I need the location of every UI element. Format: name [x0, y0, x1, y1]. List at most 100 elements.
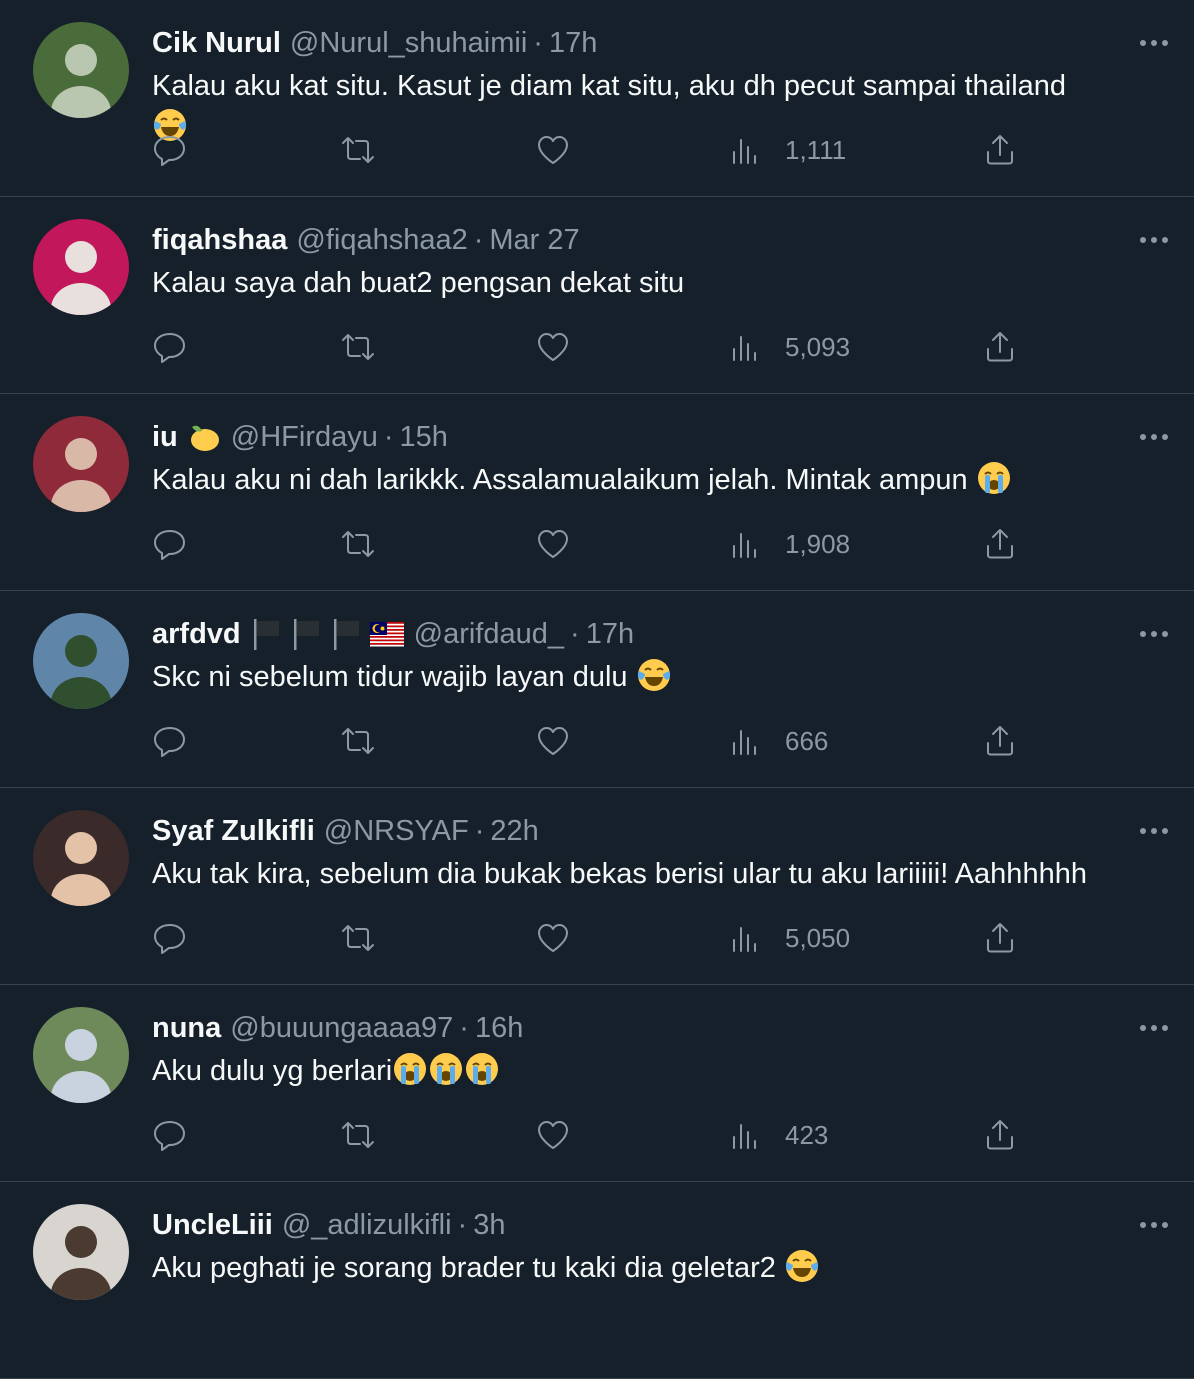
- name-badges: [186, 419, 222, 455]
- like-button[interactable]: [535, 130, 571, 170]
- share-icon: [987, 923, 1013, 953]
- retweet-button[interactable]: [340, 1115, 376, 1155]
- like-button[interactable]: [535, 524, 571, 564]
- views-chart-icon: [733, 1124, 756, 1149]
- more-options-icon[interactable]: [1134, 225, 1174, 255]
- timestamp[interactable]: 16h: [475, 1012, 523, 1045]
- share-button[interactable]: [982, 130, 1018, 170]
- reply-icon: [154, 333, 185, 363]
- views-button[interactable]: 5,050: [727, 918, 850, 958]
- reply-feed: Cik Nurul @Nurul_shuhaimii · 17h Kalau a…: [0, 0, 1194, 1379]
- user-handle[interactable]: @_adlizulkifli: [282, 1209, 452, 1242]
- timestamp[interactable]: 17h: [549, 27, 597, 60]
- user-handle[interactable]: @fiqahshaa2: [296, 224, 467, 257]
- loudly-crying-face-icon: [977, 462, 1010, 494]
- display-name[interactable]: Syaf Zulkifli: [152, 815, 315, 848]
- views-button[interactable]: 5,093: [727, 327, 850, 367]
- like-button[interactable]: [535, 327, 571, 367]
- views-chart-icon: [733, 533, 756, 558]
- user-handle[interactable]: @Nurul_shuhaimii: [290, 27, 527, 60]
- tweet[interactable]: nuna @buuungaaaa97 · 16h Aku dulu yg ber…: [0, 985, 1194, 1182]
- more-options-icon[interactable]: [1134, 422, 1174, 452]
- more-options-icon[interactable]: [1134, 28, 1174, 58]
- retweet-button[interactable]: [340, 918, 376, 958]
- face-with-tears-of-joy-icon: [785, 1250, 819, 1282]
- like-button[interactable]: [535, 918, 571, 958]
- display-name[interactable]: Cik Nurul: [152, 27, 281, 60]
- reply-icon: [154, 924, 185, 954]
- avatar[interactable]: [33, 416, 129, 512]
- views-chart-icon: [733, 336, 756, 361]
- user-handle[interactable]: @NRSYAF: [324, 815, 469, 848]
- share-button[interactable]: [982, 721, 1018, 761]
- retweet-icon: [342, 1122, 374, 1148]
- separator-dot: ·: [457, 1208, 468, 1241]
- timestamp[interactable]: 17h: [586, 618, 634, 651]
- tweet[interactable]: Cik Nurul @Nurul_shuhaimii · 17h Kalau a…: [0, 0, 1194, 197]
- tweet[interactable]: iu @HFirdayu · 15h Kalau aku ni dah lari…: [0, 394, 1194, 591]
- reply-button[interactable]: [152, 1115, 188, 1155]
- like-button[interactable]: [535, 721, 571, 761]
- views-button[interactable]: 666: [727, 721, 828, 761]
- name-badges: [249, 616, 405, 652]
- avatar[interactable]: [33, 219, 129, 315]
- tweet-text: Kalau aku ni dah larikkk. Assalamualaiku…: [152, 460, 1174, 501]
- black-flag-icon: [293, 619, 319, 650]
- share-icon: [987, 332, 1013, 362]
- avatar-image: [33, 219, 129, 315]
- more-options-icon[interactable]: [1134, 1013, 1174, 1043]
- timestamp[interactable]: 15h: [400, 421, 448, 454]
- heart-icon: [538, 333, 568, 361]
- tweet[interactable]: arfdvd @arifdaud_ · 17h Skc ni sebelum t…: [0, 591, 1194, 788]
- display-name[interactable]: iu: [152, 421, 178, 454]
- tweet[interactable]: fiqahshaa @fiqahshaa2 · Mar 27 Kalau say…: [0, 197, 1194, 394]
- display-name[interactable]: UncleLiii: [152, 1209, 273, 1242]
- reply-button[interactable]: [152, 721, 188, 761]
- avatar-image: [33, 1204, 129, 1300]
- retweet-button[interactable]: [340, 524, 376, 564]
- tweet[interactable]: UncleLiii @_adlizulkifli · 3h Aku peghat…: [0, 1182, 1194, 1379]
- reply-button[interactable]: [152, 524, 188, 564]
- views-button[interactable]: 1,111: [727, 130, 846, 170]
- face-with-tears-of-joy-icon: [637, 659, 670, 691]
- avatar[interactable]: [33, 810, 129, 906]
- display-name[interactable]: fiqahshaa: [152, 224, 287, 257]
- views-button[interactable]: 1,908: [727, 524, 850, 564]
- reply-button[interactable]: [152, 918, 188, 958]
- avatar[interactable]: [33, 613, 129, 709]
- loudly-crying-face-icon: [430, 1053, 463, 1085]
- views-count: 1,111: [785, 134, 847, 165]
- tweet-emojis: [784, 1250, 820, 1284]
- timestamp[interactable]: 3h: [473, 1209, 505, 1242]
- separator-dot: ·: [473, 223, 484, 256]
- share-button[interactable]: [982, 918, 1018, 958]
- display-name[interactable]: nuna: [152, 1012, 221, 1045]
- retweet-button[interactable]: [340, 130, 376, 170]
- tweet-actions: 5,050: [152, 918, 1018, 958]
- reply-icon: [154, 1121, 185, 1151]
- like-button[interactable]: [535, 1115, 571, 1155]
- user-handle[interactable]: @buuungaaaa97: [230, 1012, 453, 1045]
- tweet-actions: 1,111: [152, 130, 1018, 170]
- timestamp[interactable]: 22h: [490, 815, 538, 848]
- views-button[interactable]: 423: [727, 1115, 828, 1155]
- retweet-button[interactable]: [340, 327, 376, 367]
- share-button[interactable]: [982, 524, 1018, 564]
- user-handle[interactable]: @arifdaud_: [414, 618, 564, 651]
- avatar[interactable]: [33, 22, 129, 118]
- reply-button[interactable]: [152, 327, 188, 367]
- reply-button[interactable]: [152, 130, 188, 170]
- display-name[interactable]: arfdvd: [152, 618, 241, 651]
- more-options-icon[interactable]: [1134, 619, 1174, 649]
- tweet-emojis: [976, 462, 1012, 496]
- more-options-icon[interactable]: [1134, 1210, 1174, 1240]
- tweet[interactable]: Syaf Zulkifli @NRSYAF · 22h Aku tak kira…: [0, 788, 1194, 985]
- retweet-button[interactable]: [340, 721, 376, 761]
- share-button[interactable]: [982, 1115, 1018, 1155]
- more-options-icon[interactable]: [1134, 816, 1174, 846]
- share-button[interactable]: [982, 327, 1018, 367]
- avatar[interactable]: [33, 1007, 129, 1103]
- avatar[interactable]: [33, 1204, 129, 1300]
- user-handle[interactable]: @HFirdayu: [231, 421, 378, 454]
- timestamp[interactable]: Mar 27: [489, 224, 579, 257]
